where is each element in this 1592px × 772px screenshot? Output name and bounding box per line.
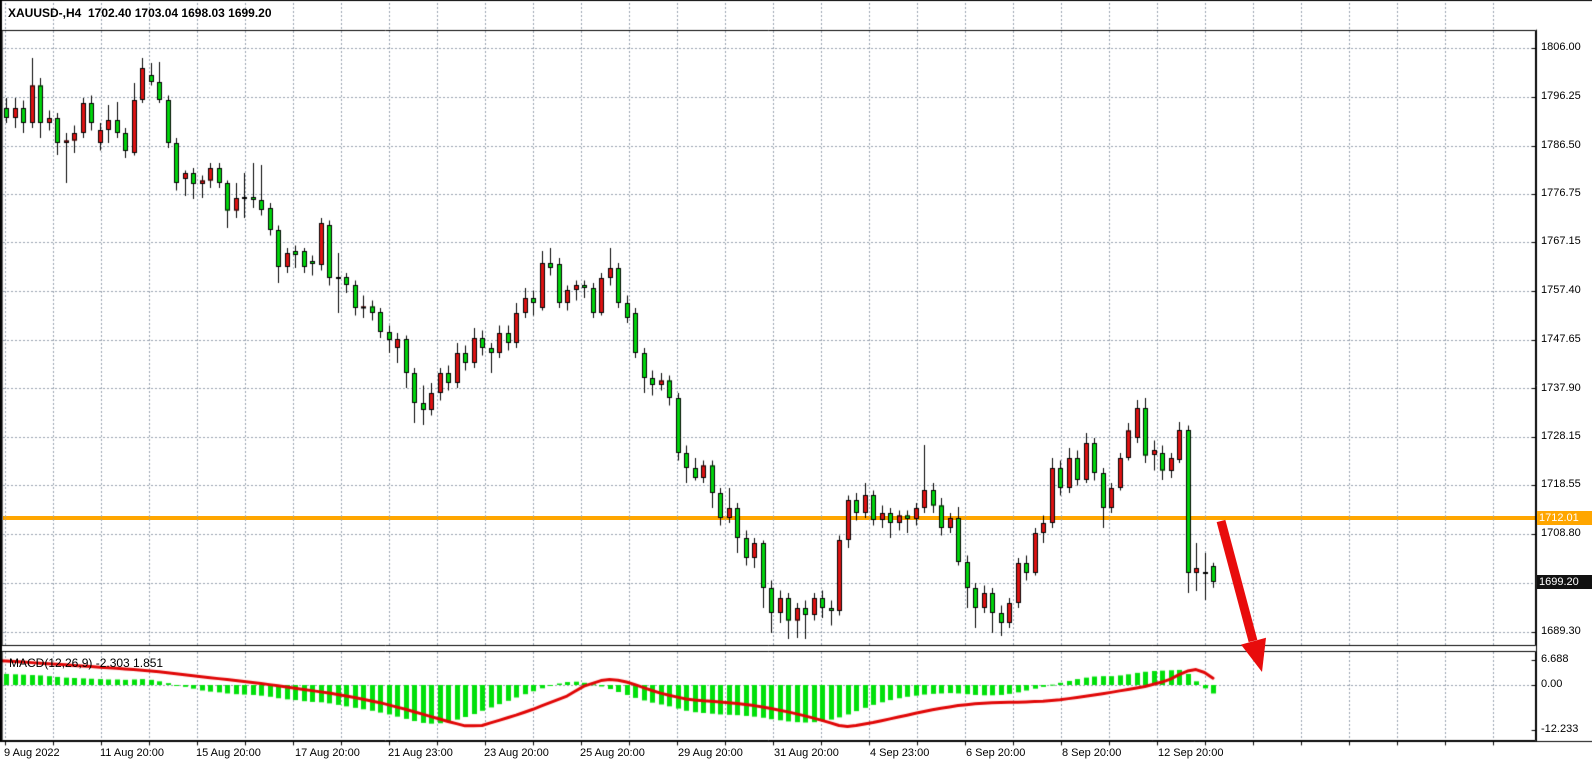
time-axis-label: 17 Aug 20:00 xyxy=(295,747,360,759)
current-price-tag: 1699.20 xyxy=(1537,575,1592,589)
mt4-chart-window: XAUUSD-,H4 1702.40 1703.04 1698.03 1699.… xyxy=(0,0,1592,772)
price-axis-label: 1776.75 xyxy=(1541,187,1581,199)
indicator-axis-label: -12.233 xyxy=(1541,723,1578,735)
price-axis-label: 1747.65 xyxy=(1541,333,1581,345)
price-axis-label: 1718.55 xyxy=(1541,478,1581,490)
time-axis-label: 31 Aug 20:00 xyxy=(774,747,839,759)
price-axis-label: 1786.50 xyxy=(1541,139,1581,151)
indicator-label: MACD(12,26,9) -2.303 1.851 xyxy=(9,656,163,670)
price-axis-label: 1796.25 xyxy=(1541,90,1581,102)
time-axis-label: 4 Sep 23:00 xyxy=(870,747,929,759)
indicator-axis-label: 0.00 xyxy=(1541,678,1562,690)
time-axis-label: 23 Aug 20:00 xyxy=(484,747,549,759)
price-axis-label: 1806.00 xyxy=(1541,41,1581,53)
time-axis-label: 11 Aug 20:00 xyxy=(100,747,164,759)
symbol-quote-title: XAUUSD-,H4 1702.40 1703.04 1698.03 1699.… xyxy=(8,6,272,20)
price-axis-label: 1737.90 xyxy=(1541,382,1581,394)
time-axis-label: 25 Aug 20:00 xyxy=(580,747,645,759)
price-axis-label: 1708.80 xyxy=(1541,527,1581,539)
hline-price-tag: 1712.01 xyxy=(1537,511,1592,525)
price-axis-label: 1689.30 xyxy=(1541,625,1581,637)
time-axis-label: 12 Sep 20:00 xyxy=(1158,747,1223,759)
time-axis-label: 9 Aug 2022 xyxy=(4,747,60,759)
time-axis-label: 21 Aug 23:00 xyxy=(388,747,453,759)
time-axis-label: 6 Sep 20:00 xyxy=(966,747,1025,759)
price-axis-label: 1767.15 xyxy=(1541,235,1581,247)
time-axis-label: 29 Aug 20:00 xyxy=(678,747,743,759)
time-axis-label: 15 Aug 20:00 xyxy=(196,747,261,759)
time-axis-label: 8 Sep 20:00 xyxy=(1062,747,1121,759)
price-axis-label: 1728.15 xyxy=(1541,430,1581,442)
price-axis-label: 1757.40 xyxy=(1541,284,1581,296)
price-chart-canvas[interactable] xyxy=(0,0,1592,772)
indicator-axis-label: 6.688 xyxy=(1541,653,1569,665)
